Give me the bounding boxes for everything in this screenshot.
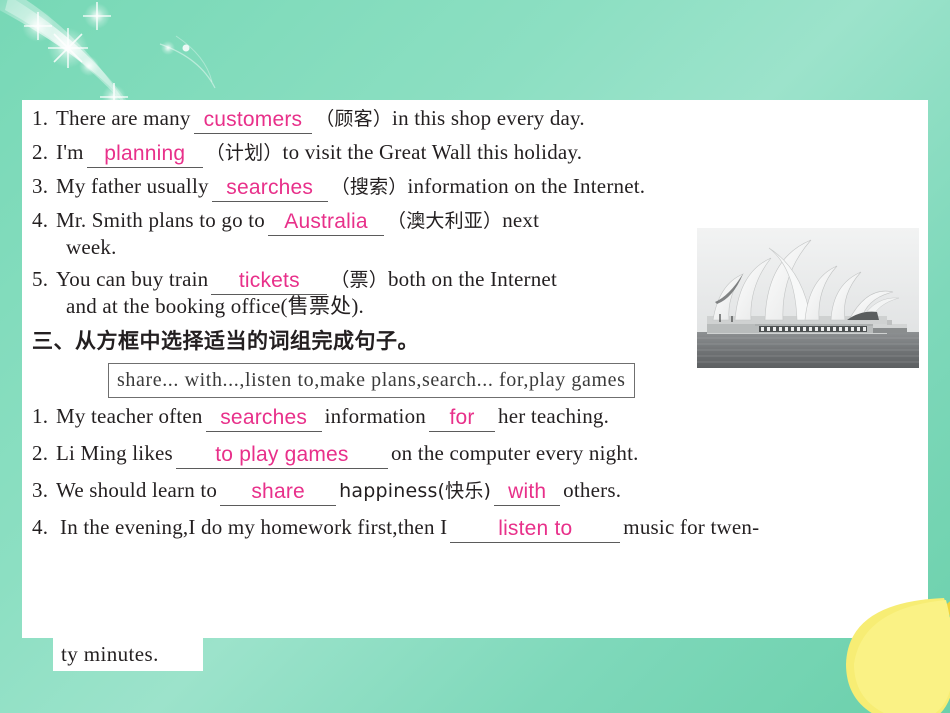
question-prefix: We should learn to: [56, 478, 218, 502]
question-suffix: on the computer every night.: [390, 441, 639, 465]
question-number: 2.: [32, 140, 49, 164]
question-number: 5.: [32, 267, 49, 291]
chinese-gloss: （计划）: [205, 142, 283, 164]
answer-blank[interactable]: Australia: [268, 210, 384, 236]
question-text: In the evening,I do my homework first,th…: [60, 515, 920, 543]
question-prefix: Mr. Smith plans to go to: [56, 208, 265, 232]
question-number: 2.: [32, 441, 49, 465]
question-prefix: I'm: [56, 140, 84, 164]
question-text: My father usually searches （搜索）information…: [56, 174, 920, 202]
sydney-opera-house-photo: [697, 228, 919, 368]
question-text: There are many customers （顾客）in this shop …: [56, 106, 920, 134]
word-bank-box: share... with...,listen to,make plans,se…: [108, 363, 635, 398]
question-suffix: her teaching.: [498, 404, 610, 428]
answer-blank[interactable]: listen to: [450, 517, 621, 543]
question-prefix: My father usually: [56, 174, 209, 198]
question-text: My teacher often searches information for he…: [56, 404, 920, 432]
question-suffix: both on the Internet: [387, 267, 557, 291]
answer-blank[interactable]: with: [494, 480, 561, 506]
question-row: 3. My father usually searches （搜索）informat…: [22, 174, 928, 202]
question-row: 1. There are many customers （顾客）in this sh…: [22, 106, 928, 134]
answer-blank[interactable]: tickets: [211, 269, 328, 295]
answer-blank[interactable]: share: [220, 480, 337, 506]
slide-canvas: 1. There are many customers （顾客）in this sh…: [0, 0, 950, 713]
answer-blank[interactable]: customers: [193, 108, 313, 134]
question-middle: happiness(快乐): [339, 480, 492, 502]
chinese-gloss: （搜索）: [330, 176, 408, 198]
question-text: I'm planning （计划）to visit the Great Wall t…: [56, 140, 920, 168]
question-row: 2. Li Ming likes to play games on the comp…: [22, 441, 928, 469]
question-row: 3. We should learn to share happiness(快乐) w…: [22, 478, 928, 506]
question-text: Li Ming likes to play games on the compute…: [56, 441, 920, 469]
question-number: 3.: [32, 478, 49, 502]
question-middle: information: [324, 404, 426, 428]
question-suffix: music for twen-: [623, 515, 760, 539]
answer-blank[interactable]: planning: [86, 142, 203, 168]
question-prefix: Li Ming likes: [56, 441, 173, 465]
question-suffix: next: [502, 208, 540, 232]
question-continuation: and at the booking office(售票处).: [66, 294, 364, 318]
chinese-gloss: （澳大利亚）: [387, 210, 503, 232]
question-continuation: ty minutes.: [61, 642, 159, 666]
question-suffix: information on the Internet.: [407, 174, 646, 198]
question-prefix: My teacher often: [56, 404, 203, 428]
question-number: 1.: [32, 404, 49, 428]
question-suffix: others.: [563, 478, 622, 502]
question-number: 1.: [32, 106, 49, 130]
question-prefix: In the evening,I do my homework first,th…: [60, 515, 448, 539]
question-row: 1. My teacher often searches information fo…: [22, 404, 928, 432]
question-number: 3.: [32, 174, 49, 198]
question-prefix: There are many: [56, 106, 191, 130]
continuation-box: ty minutes.: [53, 638, 203, 671]
question-number: 4.: [32, 515, 49, 539]
question-text: We should learn to share happiness(快乐) with…: [56, 478, 920, 506]
question-row: 4. In the evening,I do my homework first…: [22, 515, 928, 543]
question-suffix: in this shop every day.: [392, 106, 585, 130]
question-number: 4.: [32, 208, 49, 232]
question-continuation: week.: [66, 235, 117, 259]
answer-blank[interactable]: for: [429, 406, 495, 432]
answer-blank[interactable]: to play games: [175, 443, 388, 469]
worksheet-panel: 1. There are many customers （顾客）in this sh…: [22, 100, 928, 638]
question-prefix: You can buy train: [56, 267, 209, 291]
question-row: 2. I'm planning （计划）to visit the Great Wal…: [22, 140, 928, 168]
chinese-gloss: （票）: [330, 269, 388, 291]
answer-blank[interactable]: searches: [205, 406, 322, 432]
chinese-gloss: （顾客）: [315, 108, 393, 130]
question-suffix: to visit the Great Wall this holiday.: [282, 140, 583, 164]
answer-blank[interactable]: searches: [211, 176, 328, 202]
